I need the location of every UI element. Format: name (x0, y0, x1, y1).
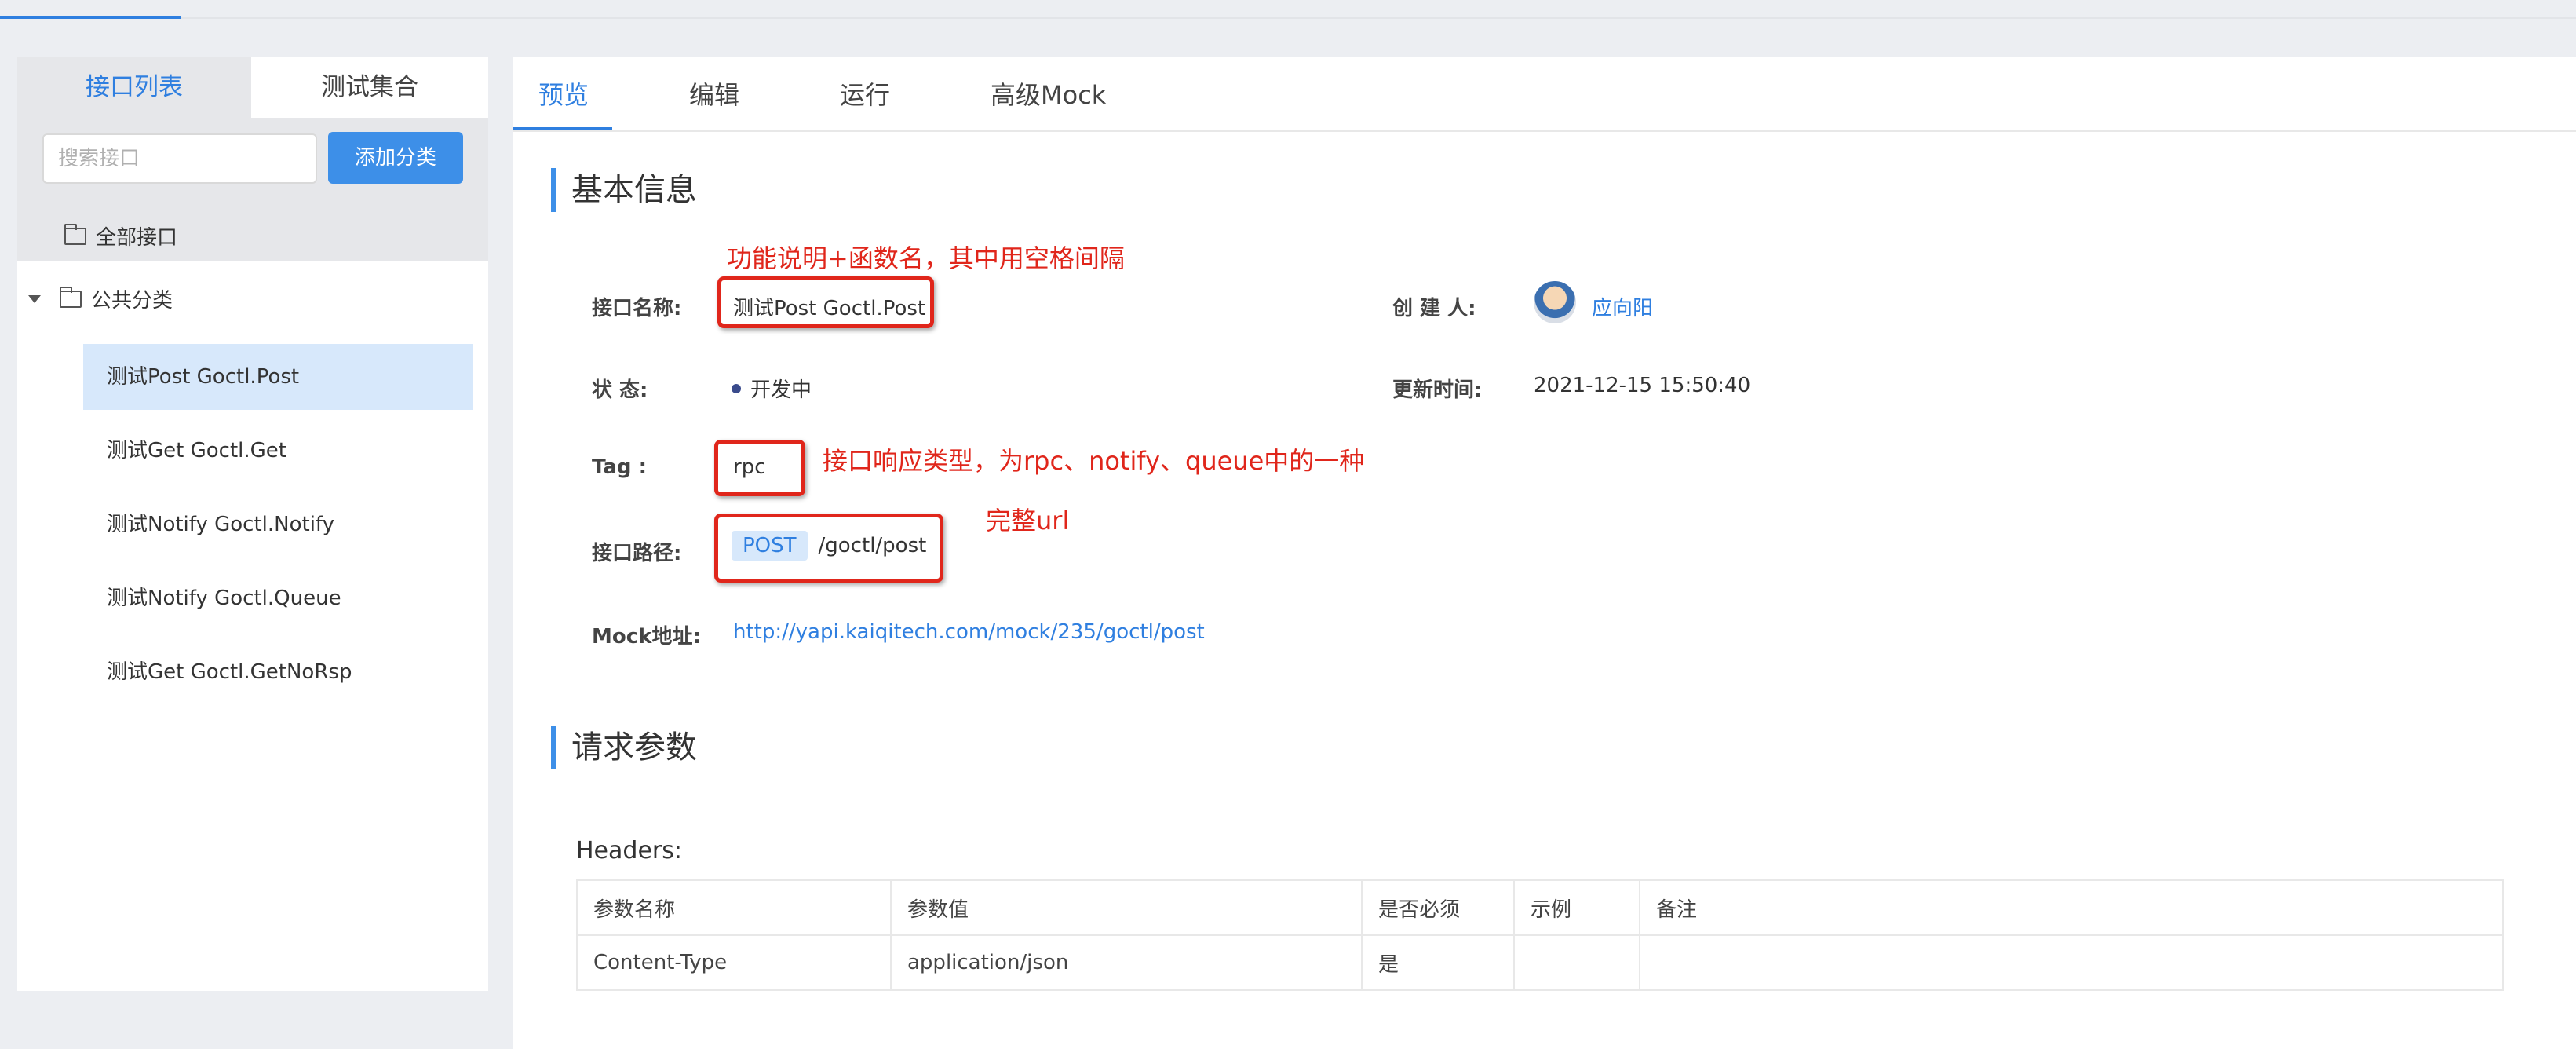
folder-open-icon (60, 286, 82, 308)
cell-param-name: Content-Type (576, 934, 892, 991)
status-label: 状 态: (592, 378, 648, 402)
headers-label: Headers: (576, 837, 682, 864)
annotation-path-note: 完整url (986, 506, 1070, 535)
api-item-notify[interactable]: 测试Notify Goctl.Notify (83, 492, 473, 557)
category-label: 公共分类 (91, 289, 173, 313)
headers-table: 参数名称 参数值 是否必须 示例 备注 Content-Type applica… (576, 879, 2504, 991)
path-text: /goctl/post (818, 534, 927, 557)
api-name-label: 接口名称: (592, 297, 682, 320)
cell-param-value: application/json (890, 934, 1363, 991)
col-remark: 备注 (1639, 879, 2504, 936)
left-sidebar: 接口列表 测试集合 添加分类 全部接口 公共分类 测试Post Goctl.Po… (17, 57, 488, 991)
tab-edit[interactable]: 编辑 (689, 75, 739, 129)
mock-label: Mock地址: (592, 625, 701, 649)
status-dot-icon (732, 383, 741, 393)
tab-api-list[interactable]: 接口列表 (17, 57, 251, 118)
avatar[interactable] (1534, 281, 1576, 323)
creator-link[interactable]: 应向阳 (1592, 292, 1653, 321)
tab-run[interactable]: 运行 (840, 75, 890, 129)
tab-advanced-mock[interactable]: 高级Mock (991, 75, 1106, 129)
caret-down-icon[interactable] (28, 294, 41, 303)
table-row: Content-Type application/json 是 (576, 934, 2504, 991)
sidebar-tabs: 接口列表 测试集合 (17, 57, 488, 118)
api-item-queue[interactable]: 测试Notify Goctl.Queue (83, 565, 473, 631)
top-nav-active-indicator (0, 16, 181, 19)
cell-example (1513, 934, 1640, 991)
creator-label: 创 建 人: (1392, 297, 1476, 320)
add-category-button[interactable]: 添加分类 (328, 132, 463, 184)
status-text: 开发中 (750, 378, 812, 402)
method-badge: POST (732, 531, 808, 561)
annotation-name-note: 功能说明+函数名，其中用空格间隔 (727, 243, 1125, 273)
table-header-row: 参数名称 参数值 是否必须 示例 备注 (576, 879, 2504, 936)
folder-icon (64, 223, 86, 245)
updated-value: 2021-12-15 15:50:40 (1534, 374, 1751, 397)
api-item-getnorsp[interactable]: 测试Get Goctl.GetNoRsp (83, 639, 473, 705)
tab-preview[interactable]: 预览 (538, 75, 589, 129)
path-value: POST/goctl/post (732, 531, 926, 561)
col-param-name: 参数名称 (576, 879, 892, 936)
main-content: 预览 编辑 运行 高级Mock 基本信息 功能说明+函数名，其中用空格间隔 接口… (513, 57, 2576, 1049)
tag-label: Tag : (592, 455, 647, 479)
api-item-get[interactable]: 测试Get Goctl.Get (83, 418, 473, 484)
updated-label: 更新时间: (1392, 378, 1483, 402)
all-apis-label: 全部接口 (96, 226, 178, 250)
cell-remark (1639, 934, 2504, 991)
top-nav-strip (0, 0, 2576, 19)
search-input[interactable] (42, 133, 317, 184)
tag-value: rpc (733, 455, 766, 479)
annotation-tag-note: 接口响应类型，为rpc、notify、queue中的一种 (823, 446, 1365, 476)
col-required: 是否必须 (1361, 879, 1515, 936)
tree-item-public-category[interactable]: 公共分类 (28, 284, 173, 313)
tab-test-collection[interactable]: 测试集合 (251, 57, 488, 118)
api-name-value: 测试Post Goctl.Post (733, 297, 926, 320)
col-param-value: 参数值 (890, 879, 1363, 936)
tree-item-all-apis[interactable]: 全部接口 (64, 221, 177, 250)
cell-required: 是 (1361, 934, 1515, 991)
section-request-params: 请求参数 (551, 726, 697, 769)
col-example: 示例 (1513, 879, 1640, 936)
api-item-post[interactable]: 测试Post Goctl.Post (83, 344, 473, 410)
section-basic-info: 基本信息 (551, 168, 697, 212)
status-value: 开发中 (732, 374, 812, 403)
path-label: 接口路径: (592, 542, 682, 565)
tab-divider (513, 130, 2576, 132)
mock-url-link[interactable]: http://yapi.kaiqitech.com/mock/235/goctl… (733, 620, 1205, 644)
